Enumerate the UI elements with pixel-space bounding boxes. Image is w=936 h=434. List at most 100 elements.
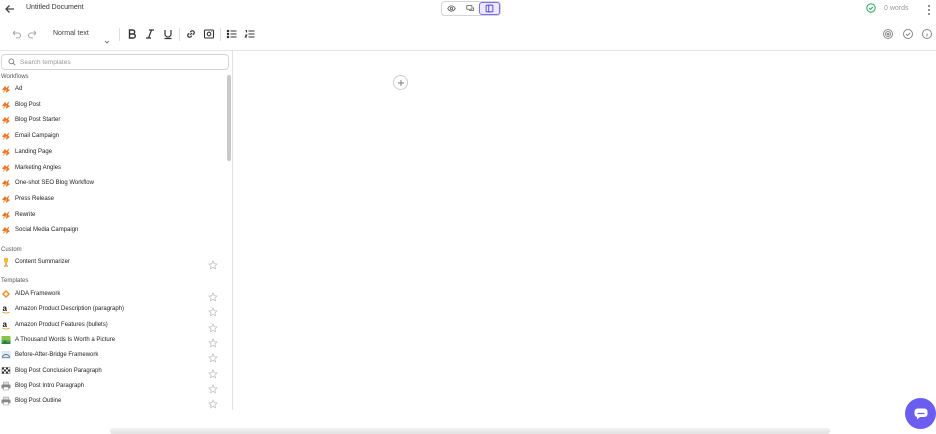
list-item[interactable]: Blog Post Starter (1, 114, 221, 126)
search-box (1, 54, 229, 70)
aida-icon (1, 289, 11, 299)
list-item-label: Blog Post Intro Paragraph (15, 382, 85, 389)
text-style-select[interactable]: Normal text (53, 30, 89, 37)
more-vertical-icon[interactable] (926, 3, 932, 15)
star-icon[interactable] (208, 396, 218, 409)
list-item[interactable]: Social Media Campaign (1, 224, 221, 236)
chevron-down-icon[interactable] (104, 32, 110, 44)
workflow-icon (1, 147, 11, 157)
chat-support-button[interactable] (905, 398, 936, 429)
list-item-label: Ad (15, 86, 23, 92)
svg-text:a: a (3, 304, 8, 313)
list-item[interactable]: AIDA Framework (1, 288, 221, 302)
target-icon[interactable] (882, 28, 894, 40)
editor-view-button[interactable] (479, 2, 501, 15)
image-icon[interactable] (203, 28, 215, 40)
list-item[interactable]: Landing Page (1, 146, 221, 158)
list-item[interactable]: Blog Post Conclusion Paragraph (1, 365, 221, 379)
eye-icon (447, 5, 456, 12)
svg-text:a: a (3, 320, 8, 329)
workflow-icon (1, 225, 11, 235)
star-icon[interactable] (208, 381, 218, 394)
section-label-workflows: Workflows (1, 74, 29, 80)
printer-icon (1, 381, 11, 391)
back-arrow-icon[interactable] (4, 2, 16, 14)
check-circle-icon (866, 3, 876, 13)
list-item[interactable]: Before-After-Bridge Framework (1, 349, 221, 363)
add-block-button[interactable] (393, 75, 408, 90)
list-item[interactable]: Blog Post Outline (1, 395, 221, 409)
list-item-label: A Thousand Words Is Worth a Picture (15, 336, 116, 343)
chat-view-button[interactable] (461, 2, 480, 15)
list-item[interactable]: Ad (1, 83, 221, 95)
list-item[interactable]: Content Summarizer (1, 256, 221, 270)
sidebar-scrollbar[interactable] (227, 75, 231, 161)
list-item[interactable]: Blog Post Intro Paragraph (1, 380, 221, 394)
star-icon[interactable] (208, 257, 218, 270)
star-icon[interactable] (208, 304, 218, 317)
list-item-label: Blog Post Starter (15, 117, 61, 124)
list-item[interactable]: a Amazon Product Description (paragraph) (1, 303, 221, 317)
list-item-label: Press Release (15, 195, 55, 202)
list-item[interactable]: Marketing Angles (1, 162, 221, 174)
list-item[interactable]: Rewrite (1, 209, 221, 221)
star-icon[interactable] (208, 320, 218, 333)
editor-canvas[interactable] (234, 51, 936, 410)
list-item[interactable]: a Amazon Product Features (bullets) (1, 319, 221, 333)
printer-icon (1, 396, 11, 406)
list-item[interactable]: Blog Post (1, 99, 221, 111)
undo-icon[interactable] (10, 28, 22, 40)
info-icon[interactable] (921, 28, 933, 40)
list-item-label: Before-After-Bridge Framework (15, 352, 99, 359)
workflow-icon (1, 163, 11, 173)
list-item-label: Social Media Campaign (15, 227, 79, 234)
toolbar-divider (220, 28, 221, 41)
workflow-icon (1, 100, 11, 110)
document-title[interactable]: Untitled Document (26, 4, 84, 11)
picture-icon (1, 335, 11, 345)
workflow-icon (1, 178, 11, 188)
underline-icon[interactable] (162, 28, 174, 40)
bridge-icon (1, 350, 11, 360)
link-icon[interactable] (185, 28, 197, 40)
bold-icon[interactable] (126, 28, 138, 40)
bullet-list-icon[interactable] (226, 28, 238, 40)
plus-icon (397, 79, 404, 86)
numbered-list-icon[interactable] (244, 28, 256, 40)
chat-bubble-icon (914, 408, 927, 419)
search-input[interactable] (20, 58, 220, 66)
list-item-label: Landing Page (15, 148, 53, 155)
workflow-icon (1, 84, 11, 94)
finish-flag-icon (1, 366, 11, 376)
view-mode-toggle (441, 1, 501, 16)
templates-sidebar: Workflows Ad Blog Post Blog Post Starter Em… (0, 51, 233, 410)
workflow-icon (1, 194, 11, 204)
word-status: 0 words (866, 3, 909, 13)
top-bar: Untitled Document 0 words (0, 0, 936, 18)
format-toolbar: Normal text (0, 18, 936, 51)
star-icon[interactable] (208, 289, 218, 302)
list-item-label: Rewrite (15, 211, 36, 218)
list-item-label: Amazon Product Description (paragraph) (15, 306, 125, 313)
list-item[interactable]: A Thousand Words Is Worth a Picture (1, 334, 221, 348)
list-item-label: Blog Post Conclusion Paragraph (15, 367, 102, 374)
redo-icon[interactable] (27, 28, 39, 40)
list-item-label: Blog Post (15, 101, 41, 108)
italic-icon[interactable] (144, 28, 156, 40)
section-label-templates: Templates (1, 278, 29, 284)
star-icon[interactable] (208, 366, 218, 379)
star-icon[interactable] (208, 335, 218, 348)
list-item-label: AIDA Framework (15, 291, 61, 297)
list-item-label: Content Summarizer (15, 259, 71, 265)
search-icon (8, 58, 16, 66)
workflow-icon (1, 210, 11, 220)
list-item[interactable]: Press Release (1, 193, 221, 205)
star-icon[interactable] (208, 350, 218, 363)
trophy-icon (1, 257, 11, 267)
list-item[interactable]: One-shot SEO Blog Workflow (1, 177, 221, 189)
section-label-custom: Custom (1, 247, 22, 253)
preview-view-button[interactable] (442, 2, 461, 15)
list-item[interactable]: Email Campaign (1, 130, 221, 142)
list-item-label: One-shot SEO Blog Workflow (15, 180, 94, 187)
check-outline-icon[interactable] (902, 28, 914, 40)
